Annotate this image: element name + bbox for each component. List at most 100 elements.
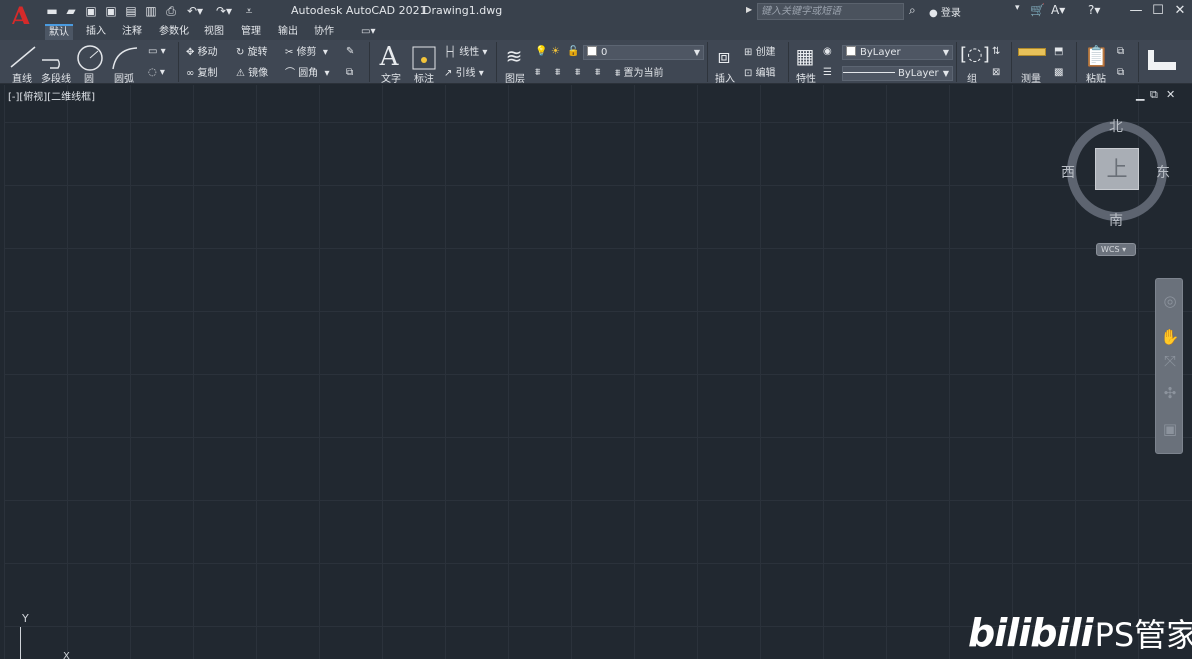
viewcube-east[interactable]: 东: [1156, 162, 1170, 182]
dimension-tool-icon[interactable]: [410, 44, 438, 72]
tab-insert[interactable]: 插入: [82, 24, 110, 40]
pan-hand-icon[interactable]: ✋: [1160, 327, 1180, 347]
quick-select-icon[interactable]: ⬒: [1054, 46, 1063, 58]
layer-freeze-icon[interactable]: ☀: [551, 46, 560, 58]
linetype-dropdown[interactable]: ByLayer ▼: [842, 66, 953, 81]
base-view-icon[interactable]: [1148, 50, 1176, 70]
viewport-close-icon[interactable]: ✕: [1166, 88, 1175, 101]
match-properties-icon[interactable]: ▦: [792, 44, 818, 68]
wcs-menu[interactable]: WCS ▾: [1096, 243, 1136, 256]
tab-view[interactable]: 视图: [200, 24, 228, 40]
undo-icon[interactable]: ↶▾: [184, 4, 206, 18]
save-as-icon[interactable]: ▣: [104, 4, 118, 18]
layer-tool-2-icon[interactable]: ⩩: [555, 67, 560, 79]
viewcube-north[interactable]: 北: [1109, 116, 1123, 136]
title-bar: A ▬ ▰ ▣ ▣ ▤ ▥ ⎙ ↶▾ ↷▾ ⩡ Autodesk AutoCAD…: [0, 0, 1192, 33]
copy-clip-icon[interactable]: ⧉: [1117, 46, 1124, 58]
plot-icon[interactable]: ⎙: [164, 4, 178, 18]
viewcube-west[interactable]: 西: [1061, 162, 1075, 182]
group-icon[interactable]: [◌]: [960, 44, 990, 65]
open-from-web-icon[interactable]: ▤: [124, 4, 138, 18]
arc-tool-icon[interactable]: [110, 45, 140, 71]
paste-label: 粘贴: [1086, 74, 1106, 84]
array-icon[interactable]: ⧉: [346, 67, 353, 79]
create-block-button[interactable]: ⊞ 创建: [744, 47, 776, 59]
layer-dropdown[interactable]: 0 ▼: [583, 45, 704, 60]
arc-tool-label: 圆弧: [114, 74, 134, 84]
redo-icon[interactable]: ↷▾: [213, 4, 235, 18]
search-icon[interactable]: ⌕: [909, 3, 916, 18]
viewport-minimize-icon[interactable]: ▁: [1136, 88, 1144, 101]
close-button[interactable]: ✕: [1170, 2, 1190, 20]
steering-wheel-icon[interactable]: ◎: [1160, 291, 1180, 311]
hatch-tool-icon[interactable]: ◌ ▾: [148, 67, 165, 79]
viewcube-south[interactable]: 南: [1109, 210, 1123, 230]
rectangle-tool-icon[interactable]: ▭ ▾: [148, 46, 166, 58]
drawing-canvas[interactable]: [4, 85, 1192, 659]
maximize-button[interactable]: ☐: [1148, 2, 1168, 20]
tab-collaborate[interactable]: 协作: [310, 24, 338, 40]
copy-button[interactable]: ∞ 复制: [186, 68, 218, 80]
orbit-icon[interactable]: ✣: [1160, 383, 1180, 403]
save-icon[interactable]: ▣: [84, 4, 98, 18]
help-icon[interactable]: ?▾: [1088, 3, 1100, 17]
viewcube-top-face[interactable]: 上: [1095, 148, 1139, 190]
layer-properties-icon[interactable]: ≋: [502, 44, 526, 68]
autodesk-a360-icon[interactable]: A▾: [1051, 3, 1065, 17]
tab-manage[interactable]: 管理: [237, 24, 265, 40]
leader-button[interactable]: ↗ 引线 ▾: [444, 68, 484, 80]
trim-button[interactable]: ✂ 修剪 ▾: [285, 47, 328, 59]
layer-on-icon[interactable]: 💡: [535, 46, 547, 58]
make-current-button[interactable]: ⩩ 置为当前: [615, 68, 664, 80]
minimize-button[interactable]: —: [1126, 2, 1146, 20]
color-wheel-icon[interactable]: ◉: [823, 46, 832, 58]
linear-dimension-button[interactable]: ├┤ 线性 ▾: [444, 47, 487, 59]
search-input[interactable]: 键入关键字或短语: [757, 3, 904, 20]
mirror-button[interactable]: ⚠ 镜像: [236, 68, 268, 80]
insert-block-icon[interactable]: ⧈: [711, 44, 737, 68]
line-tool-icon[interactable]: [8, 44, 38, 70]
ungroup-icon[interactable]: ⇅: [992, 46, 1000, 58]
lineweight-icon[interactable]: ☰: [823, 67, 832, 79]
open-folder-icon[interactable]: ▰: [64, 4, 78, 18]
search-expand-icon[interactable]: ▶: [746, 5, 752, 14]
measure-icon[interactable]: [1018, 48, 1046, 56]
move-button[interactable]: ✥ 移动: [186, 47, 218, 59]
signin-dropdown-icon[interactable]: ▾: [1015, 3, 1020, 13]
layer-tool-1-icon[interactable]: ⩩: [535, 67, 540, 79]
user-icon: ●: [929, 8, 938, 19]
layer-tool-3-icon[interactable]: ⩩: [575, 67, 580, 79]
tab-annotate[interactable]: 注释: [118, 24, 146, 40]
customize-quick-access-icon[interactable]: ⩡: [242, 4, 256, 18]
circle-tool-icon[interactable]: [76, 44, 104, 72]
text-tool-icon[interactable]: A: [376, 42, 402, 72]
polyline-tool-icon[interactable]: [40, 46, 72, 70]
tab-featured-apps-icon[interactable]: ▭▾: [357, 24, 379, 40]
sign-in-button[interactable]: ● 登录: [929, 4, 961, 19]
edit-block-button[interactable]: ⊡ 编辑: [744, 68, 776, 80]
layer-lock-icon[interactable]: 🔓: [567, 46, 579, 58]
group-edit-icon[interactable]: ⊠: [992, 67, 1000, 79]
ucs-y-axis-label: Y: [22, 612, 29, 625]
tab-parametric[interactable]: 参数化: [155, 24, 193, 40]
zoom-extents-icon[interactable]: ⤧: [1160, 351, 1180, 371]
color-dropdown[interactable]: ByLayer ▼: [842, 45, 953, 60]
cut-clip-icon[interactable]: ⧉: [1117, 67, 1124, 79]
viewport-restore-icon[interactable]: ⧉: [1150, 88, 1158, 102]
showmotion-icon[interactable]: ▣: [1160, 419, 1180, 439]
new-file-icon[interactable]: ▬: [45, 4, 59, 18]
watermark-text: PS管家: [1094, 616, 1192, 654]
tab-output[interactable]: 输出: [274, 24, 302, 40]
ucs-icon: [20, 627, 21, 659]
save-to-web-icon[interactable]: ▥: [144, 4, 158, 18]
wcs-label: WCS: [1101, 245, 1120, 254]
tab-default[interactable]: 默认: [45, 24, 73, 40]
layer-tool-4-icon[interactable]: ⩩: [595, 67, 600, 79]
erase-icon[interactable]: ✎: [346, 46, 354, 58]
rotate-button[interactable]: ↻ 旋转: [236, 47, 268, 59]
select-all-icon[interactable]: ▩: [1054, 67, 1063, 79]
fillet-button[interactable]: ⌒ 圆角 ▾: [285, 68, 330, 80]
autodesk-app-store-icon[interactable]: 🛒: [1030, 3, 1045, 17]
paste-icon[interactable]: 📋: [1084, 44, 1109, 68]
viewport-controls-label[interactable]: [-][俯视][二维线框]: [8, 88, 95, 103]
